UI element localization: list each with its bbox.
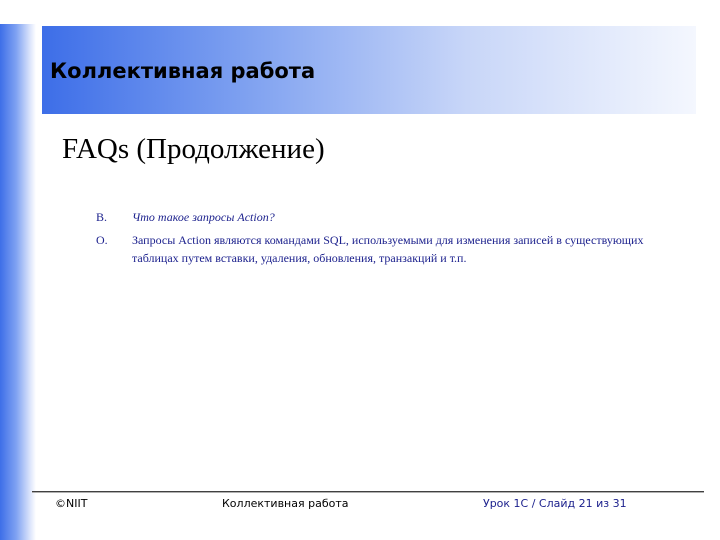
footer-course-title: Коллективная работа [222,497,349,510]
footer-slide-number: Урок 1C / Слайд 21 из 31 [483,497,627,510]
footer-copyright: ©NIIT [55,497,88,510]
answer-marker: О. [96,233,108,247]
slide-heading: FAQs (Продолжение) [62,133,325,165]
faq-answer-row: О. Запросы Action являются командами SQL… [96,231,656,267]
faq-list: В. Что такое запросы Action? О. Запросы … [96,208,656,272]
left-decorative-strip [0,24,36,540]
question-marker: В. [96,210,108,224]
faq-question-row: В. Что такое запросы Action? [96,208,656,226]
answer-text: Запросы Action являются командами SQL, и… [132,233,644,265]
question-text: Что такое запросы Action? [132,210,275,224]
header-title: Коллективная работа [50,59,316,83]
header-band: Коллективная работа [42,26,696,114]
footer-divider-shadow [32,492,704,493]
